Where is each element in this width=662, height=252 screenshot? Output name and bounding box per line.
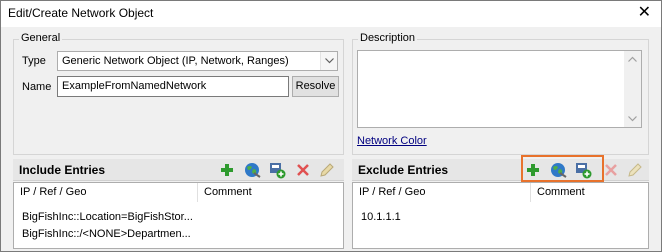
type-select-value: Generic Network Object (IP, Network, Ran… [62,55,289,67]
chevron-down-icon[interactable] [320,52,337,70]
delete-icon[interactable] [602,161,620,179]
description-legend: Description [358,32,418,44]
globe-icon[interactable] [243,161,261,179]
exclude-col-ip[interactable]: IP / Ref / Geo [353,183,531,202]
table-row[interactable]: 10.1.1.1 [361,211,521,223]
add-object-icon[interactable] [268,161,286,179]
network-color-link[interactable]: Network Color [357,135,427,147]
include-col-comment[interactable]: Comment [198,183,344,202]
exclude-entries-header: Exclude Entries [352,159,649,181]
type-select[interactable]: Generic Network Object (IP, Network, Ran… [57,51,338,71]
exclude-toolbar-highlight [521,155,604,182]
exclude-entries-list[interactable]: IP / Ref / Geo Comment 10.1.1.1 [352,182,649,249]
name-field-value: ExampleFromNamedNetwork [62,80,207,92]
scroll-up-icon [628,56,637,62]
add-icon[interactable] [218,161,236,179]
general-legend: General [19,32,63,44]
exclude-col-comment[interactable]: Comment [531,183,649,202]
edit-icon[interactable] [318,161,336,179]
include-col-ip[interactable]: IP / Ref / Geo [14,183,198,202]
table-row[interactable]: BigFishInc::/<NONE>Departmen... [22,228,202,240]
resolve-button[interactable]: Resolve [292,76,339,97]
delete-icon[interactable] [294,161,312,179]
edit-icon[interactable] [626,161,644,179]
include-entries-header: Include Entries [13,159,344,181]
description-scrollbar[interactable] [624,51,641,127]
description-field[interactable] [357,50,642,128]
include-entries-title: Include Entries [19,163,106,177]
include-entries-list[interactable]: IP / Ref / Geo Comment BigFishInc::Locat… [13,182,344,249]
type-label: Type [22,55,46,67]
name-field[interactable]: ExampleFromNamedNetwork [57,76,289,97]
scroll-down-icon [628,116,637,122]
title-bar: Edit/Create Network Object ✕ [1,1,661,27]
table-row[interactable]: BigFishInc::Location=BigFishStor... [22,211,202,223]
window-title: Edit/Create Network Object [8,6,154,20]
network-object-dialog: Edit/Create Network Object ✕ General Typ… [0,0,662,252]
exclude-entries-title: Exclude Entries [358,163,449,177]
name-label: Name [22,81,52,93]
close-icon[interactable]: ✕ [638,4,651,22]
